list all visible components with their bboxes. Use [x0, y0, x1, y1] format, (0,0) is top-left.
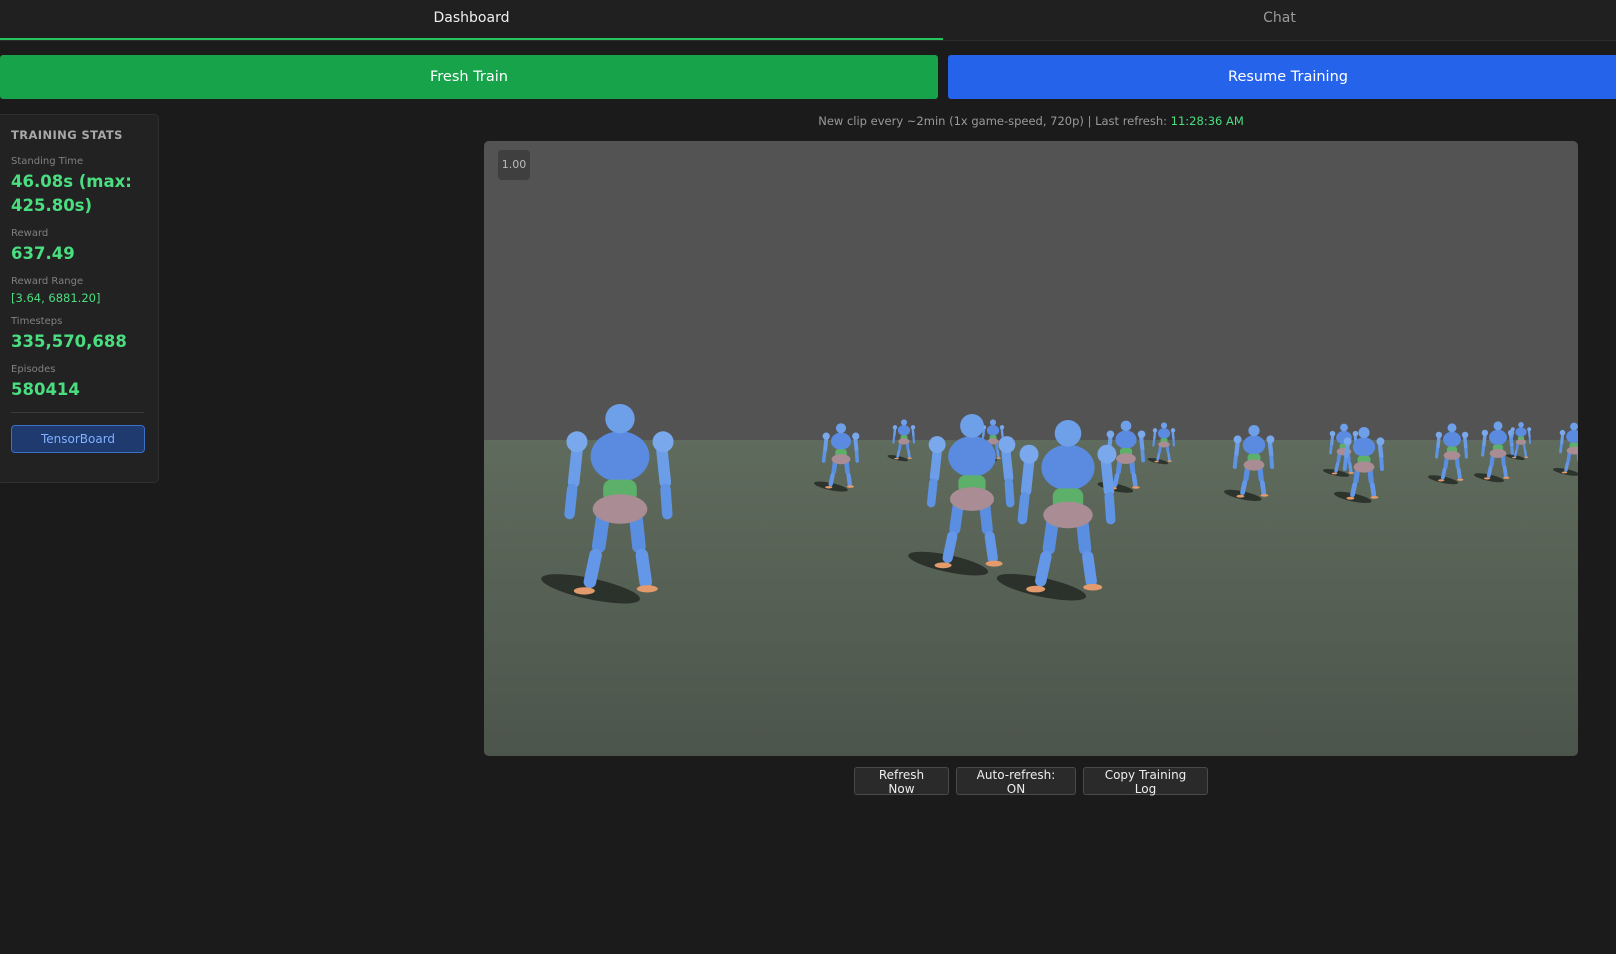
clip-info-text: New clip every ~2min (1x game-speed, 720… [818, 114, 1171, 128]
simulation-video[interactable]: 1.00 [484, 141, 1578, 756]
stat-label: Timesteps [11, 316, 63, 327]
stat-label: Standing Time [11, 156, 84, 167]
tab-bar: Dashboard Chat [0, 0, 1616, 41]
stat-value: 335,570,688 [11, 332, 127, 351]
stat-reward-range: Reward Range [3.64, 6881.20] [11, 276, 144, 306]
tensorboard-button[interactable]: TensorBoard [11, 425, 145, 453]
stat-label: Reward [11, 228, 49, 239]
training-stats-panel: TRAINING STATS Standing Time 46.08s (max… [0, 114, 159, 483]
stat-value: 580414 [11, 380, 80, 399]
simulation-scene [484, 141, 1578, 756]
stat-label: Reward Range [11, 276, 84, 287]
tab-dashboard[interactable]: Dashboard [0, 0, 943, 40]
clip-info: New clip every ~2min (1x game-speed, 720… [484, 114, 1578, 128]
refresh-now-button[interactable]: Refresh Now [854, 767, 949, 796]
stat-timesteps: Timesteps 335,570,688 [11, 316, 144, 354]
training-stats-title: TRAINING STATS [11, 128, 123, 142]
tab-chat[interactable]: Chat [943, 0, 1616, 40]
stat-value: 637.49 [11, 244, 75, 263]
playback-speed-badge: 1.00 [498, 150, 530, 180]
auto-refresh-toggle[interactable]: Auto-refresh: ON [956, 767, 1076, 796]
stat-label: Episodes [11, 364, 56, 375]
stat-value: [3.64, 6881.20] [11, 291, 101, 305]
stat-reward: Reward 637.49 [11, 228, 144, 266]
last-refresh-time: 11:28:36 AM [1170, 114, 1244, 128]
copy-training-log-button[interactable]: Copy Training Log [1083, 767, 1208, 796]
stat-episodes: Episodes 580414 [11, 364, 144, 402]
resume-training-button[interactable]: Resume Training [948, 55, 1616, 99]
stats-divider [11, 412, 144, 413]
sky [484, 141, 1578, 440]
stat-value: 46.08s (max: 425.80s) [11, 172, 132, 215]
fresh-train-button[interactable]: Fresh Train [0, 55, 938, 99]
stat-standing-time: Standing Time 46.08s (max: 425.80s) [11, 156, 144, 218]
